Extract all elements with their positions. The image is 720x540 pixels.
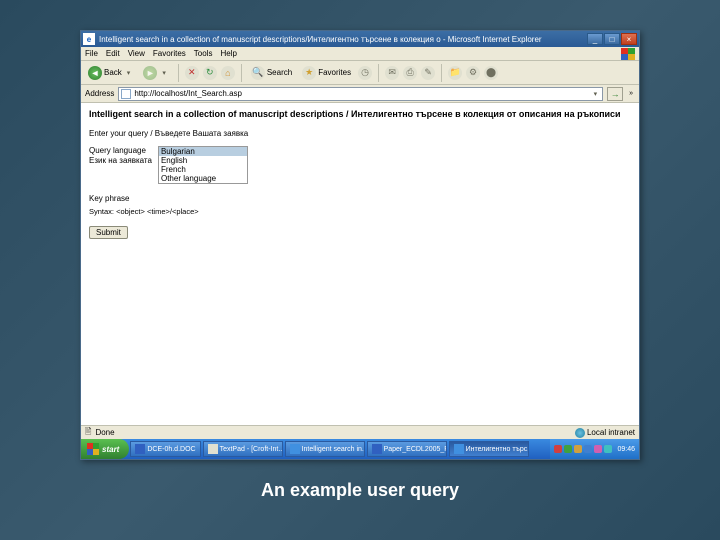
- address-input[interactable]: http://localhost/Int_Search.asp ▾: [118, 87, 603, 101]
- menu-view[interactable]: View: [128, 49, 145, 58]
- status-bar: 🖹 Done Local intranet: [81, 425, 639, 439]
- back-dropdown-icon[interactable]: ▾: [124, 69, 134, 77]
- edit-button[interactable]: ✎: [421, 66, 435, 80]
- ie-icon: e: [83, 33, 95, 45]
- back-label: Back: [104, 68, 122, 77]
- search-label: Search: [267, 68, 292, 77]
- back-button[interactable]: ◄ Back ▾: [85, 64, 136, 82]
- lang-option-other[interactable]: Other language: [159, 174, 247, 183]
- tray-icon[interactable]: [604, 445, 612, 453]
- tray-icon[interactable]: [594, 445, 602, 453]
- mail-button[interactable]: ✉: [385, 66, 399, 80]
- address-dropdown-icon[interactable]: ▾: [591, 90, 601, 98]
- refresh-button[interactable]: ↻: [203, 66, 217, 80]
- task-item-ie2[interactable]: Интелигентно търс...: [449, 441, 529, 457]
- task-item-word[interactable]: DCE-0h.d.DOC: [130, 441, 200, 457]
- clock[interactable]: 09:46: [617, 446, 635, 453]
- toolbar: ◄ Back ▾ ► ▾ ✕ ↻ ⌂ 🔍 Search ★ Favorites …: [81, 61, 639, 85]
- stop-button[interactable]: ✕: [185, 66, 199, 80]
- windows-flag-icon: [621, 48, 635, 60]
- start-label: start: [102, 445, 119, 454]
- lang-option-french[interactable]: French: [159, 165, 247, 174]
- tray-icon[interactable]: [554, 445, 562, 453]
- tray-icon[interactable]: [564, 445, 572, 453]
- home-button[interactable]: ⌂: [221, 66, 235, 80]
- syntax-hint: Syntax: <object> <time>/<place>: [89, 207, 631, 216]
- favorites-button[interactable]: ★ Favorites: [299, 64, 354, 82]
- minimize-button[interactable]: _: [587, 33, 603, 45]
- folder-button[interactable]: 📁: [448, 66, 462, 80]
- window-title: Intelligent search in a collection of ma…: [99, 35, 587, 44]
- lang-option-bulgarian[interactable]: Bulgarian: [159, 147, 247, 156]
- task-item-word2[interactable]: Paper_ECDL2005_Pa...: [367, 441, 447, 457]
- title-bar[interactable]: e Intelligent search in a collection of …: [81, 31, 639, 47]
- search-button[interactable]: 🔍 Search: [248, 64, 295, 82]
- address-url: http://localhost/Int_Search.asp: [134, 89, 242, 98]
- forward-button[interactable]: ► ▾: [140, 64, 172, 82]
- tray-icon[interactable]: [584, 445, 592, 453]
- menu-bar: File Edit View Favorites Tools Help: [81, 47, 639, 61]
- menu-tools[interactable]: Tools: [194, 49, 213, 58]
- close-button[interactable]: ×: [621, 33, 637, 45]
- status-done-icon: 🖹: [85, 426, 91, 440]
- key-phrase-label: Key phrase: [89, 194, 631, 203]
- system-tray: 09:46: [550, 439, 639, 459]
- query-prompt: Enter your query / Въведете Вашата заявк…: [89, 129, 631, 138]
- palette-button[interactable]: ⬤: [484, 66, 498, 80]
- submit-button[interactable]: Submit: [89, 226, 128, 239]
- tray-icon[interactable]: [574, 445, 582, 453]
- links-label[interactable]: »: [627, 90, 635, 97]
- favorites-label: Favorites: [318, 68, 351, 77]
- task-item-ie1[interactable]: Intelligent search in...: [285, 441, 365, 457]
- slide-caption: An example user query: [0, 480, 720, 501]
- page-content: Intelligent search in a collection of ma…: [81, 103, 639, 425]
- lang-option-english[interactable]: English: [159, 156, 247, 165]
- page-heading: Intelligent search in a collection of ma…: [89, 109, 631, 119]
- browser-window: e Intelligent search in a collection of …: [80, 30, 640, 460]
- query-language-label: Query language Език на заявката: [89, 146, 152, 166]
- start-flag-icon: [87, 443, 99, 455]
- back-icon: ◄: [88, 66, 102, 80]
- security-zone: Local intranet: [575, 428, 635, 438]
- maximize-button[interactable]: □: [604, 33, 620, 45]
- forward-icon: ►: [143, 66, 157, 80]
- menu-edit[interactable]: Edit: [106, 49, 120, 58]
- zone-label: Local intranet: [587, 428, 635, 437]
- menu-help[interactable]: Help: [220, 49, 236, 58]
- intranet-icon: [575, 428, 585, 438]
- language-select[interactable]: Bulgarian English French Other language: [158, 146, 248, 184]
- status-text: Done: [95, 428, 571, 437]
- go-button[interactable]: →: [607, 87, 623, 101]
- menu-file[interactable]: File: [85, 49, 98, 58]
- start-button[interactable]: start: [81, 439, 129, 459]
- address-label: Address: [85, 89, 114, 98]
- favorites-icon: ★: [302, 66, 316, 80]
- settings-button[interactable]: ⚙: [466, 66, 480, 80]
- menu-favorites[interactable]: Favorites: [153, 49, 186, 58]
- taskbar: start DCE-0h.d.DOC TextPad - [Croft-Int.…: [81, 439, 639, 459]
- forward-dropdown-icon[interactable]: ▾: [159, 69, 169, 77]
- page-icon: [121, 89, 131, 99]
- print-button[interactable]: ⎙: [403, 66, 417, 80]
- search-icon: 🔍: [251, 66, 265, 80]
- history-button[interactable]: ◷: [358, 66, 372, 80]
- address-bar: Address http://localhost/Int_Search.asp …: [81, 85, 639, 103]
- task-item-textpad[interactable]: TextPad - [Croft-Int...: [203, 441, 283, 457]
